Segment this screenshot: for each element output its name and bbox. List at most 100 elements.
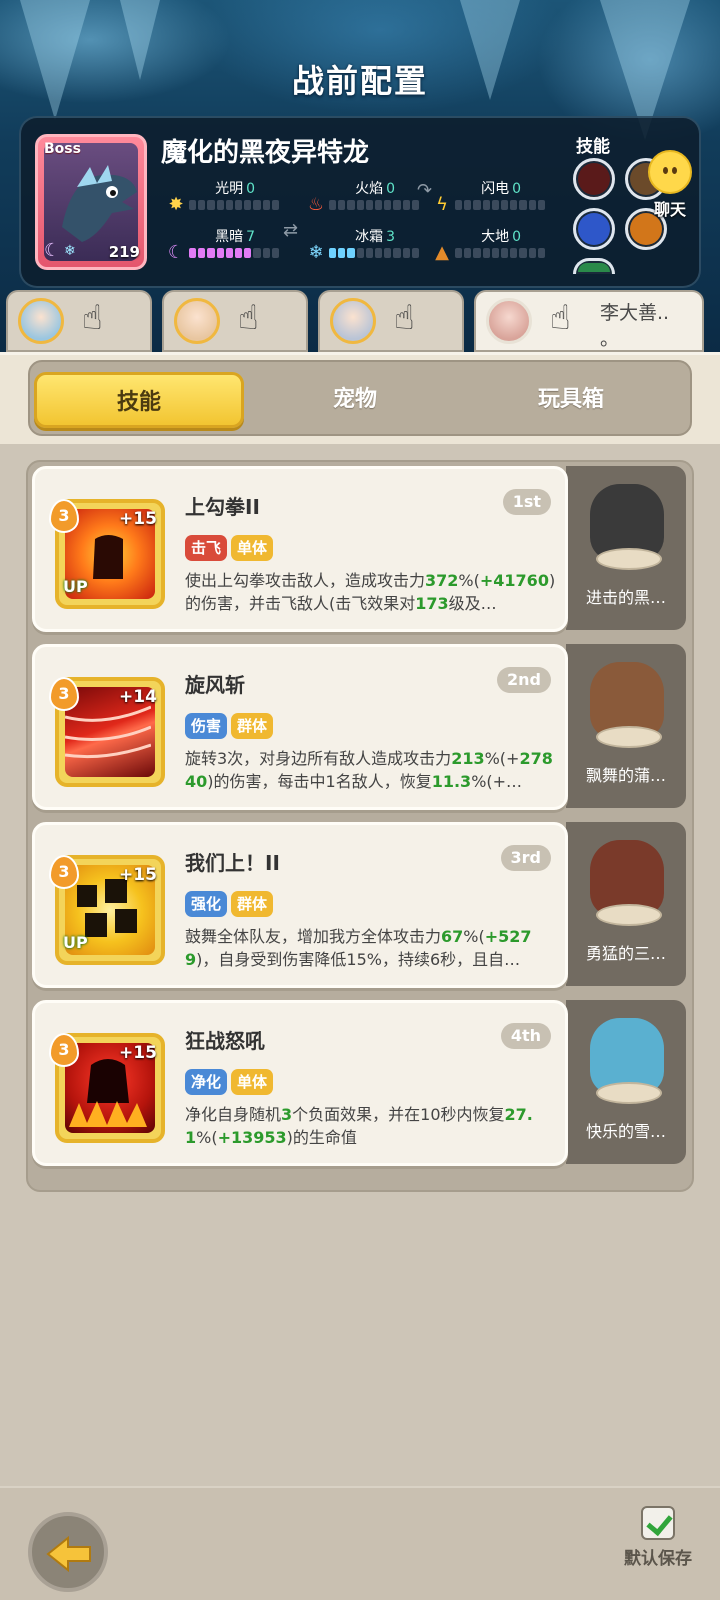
sun-icon: ✸ <box>168 194 184 215</box>
skill-row: 勇猛的三… 3 +15 UP 我们上！II 3rd 强化 群体 鼓舞全体队友，增… <box>32 822 686 988</box>
skill-card[interactable]: 3 +14 旋风斩 2nd 伤害 群体 旋转3次，对身边所有敌人造成攻击力213… <box>32 644 568 810</box>
skill-description: 净化自身随机3个负面效果，并在10秒内恢复27.1%(+13953)的生命值 <box>185 1105 533 1147</box>
skill-plus: +15 <box>119 509 157 529</box>
frost-bar <box>329 248 420 258</box>
tap-hand-icon: ☝ <box>394 298 415 338</box>
upgrade-badge: UP <box>63 577 88 596</box>
skill-level: 3 <box>49 499 79 533</box>
skill-tags: 击飞 单体 <box>185 535 274 561</box>
skill-name: 狂战怒吼 <box>185 1029 265 1053</box>
element-lightning: ϟ 闪电 0 <box>431 178 547 218</box>
skill-card[interactable]: 3 +15 狂战怒吼 4th 净化 单体 净化自身随机3个负面效果，并在10秒内… <box>32 1000 568 1166</box>
pet-name: 勇猛的三… <box>585 944 666 963</box>
back-button[interactable] <box>28 1512 108 1592</box>
skill-plus: +14 <box>119 687 157 707</box>
chat-button[interactable]: 聊天 <box>642 150 698 220</box>
pet-figure <box>590 840 664 926</box>
pet-name: 快乐的雪… <box>585 1122 666 1141</box>
boss-tag: Boss <box>44 141 81 157</box>
checkbox-checked-icon[interactable] <box>641 1506 675 1540</box>
skill-row: 进击的黑… 3 +15 UP 上勾拳II 1st 击飞 单体 使出上勾拳攻击敌人… <box>32 466 686 632</box>
skill-tags: 强化 群体 <box>185 891 274 917</box>
avatar <box>18 298 64 344</box>
boss-skill-lightning-icon[interactable] <box>573 208 615 250</box>
skill-level: 3 <box>49 677 79 711</box>
pet-slot[interactable]: 勇猛的三… <box>566 822 686 986</box>
element-fire: ♨ 火焰 0 <box>305 178 421 218</box>
skill-level: 3 <box>49 855 79 889</box>
tap-hand-icon: ☝ <box>82 298 103 338</box>
skill-row: 快乐的雪… 3 +15 狂战怒吼 4th 净化 单体 净化自身随机3个负面效果，… <box>32 1000 686 1166</box>
player-name-tail: 。 <box>600 328 620 350</box>
smiley-icon <box>648 150 692 194</box>
cycle-arrow-icon: ⇄ <box>283 220 299 241</box>
skill-tag: 单体 <box>231 535 274 561</box>
boss-skill-more-icon[interactable] <box>573 258 615 274</box>
skill-row: 飘舞的蒲… 3 +14 旋风斩 2nd 伤害 群体 旋转3次，对身边所有敌人造成… <box>32 644 686 810</box>
avatar <box>330 298 376 344</box>
skill-tag: 群体 <box>231 713 274 739</box>
tab-skills[interactable]: 技能 <box>34 372 244 428</box>
page-title: 战前配置 <box>291 62 428 100</box>
skill-name: 旋风斩 <box>185 673 245 697</box>
team-slot-3[interactable]: ☝ <box>318 290 464 352</box>
skill-rank: 4th <box>500 1023 551 1049</box>
tab-pets[interactable]: 宠物 <box>250 372 460 428</box>
avatar <box>486 298 532 344</box>
flame-icon: ♨ <box>307 194 325 215</box>
element-earth: ▲ 大地 0 <box>431 226 547 266</box>
skill-card[interactable]: 3 +15 UP 我们上！II 3rd 强化 群体 鼓舞全体队友，增加我方全体攻… <box>32 822 568 988</box>
player-name: 李大善.. <box>600 302 670 324</box>
pet-figure <box>590 484 664 570</box>
pet-figure <box>590 662 664 748</box>
skill-level: 3 <box>49 1033 79 1067</box>
moon-icon: ☾ <box>44 240 61 261</box>
skill-rank: 3rd <box>500 845 551 871</box>
skill-plus: +15 <box>119 865 157 885</box>
skill-description: 使出上勾拳攻击敌人，造成攻击力372%(+41760)的伤害，并击飞敌人(击飞效… <box>185 571 556 613</box>
pet-slot[interactable]: 进击的黑… <box>566 466 686 630</box>
boss-name: 魔化的黑夜异特龙 <box>161 138 370 168</box>
team-slot-4[interactable]: ☝ 李大善.. 。 <box>474 290 704 352</box>
skill-description: 鼓舞全体队友，增加我方全体攻击力67%(+5279)，自身受到伤害降低15%，持… <box>185 927 532 969</box>
team-slot-1[interactable]: ☝ <box>6 290 152 352</box>
pet-figure <box>590 1018 664 1104</box>
element-dark: ☾ 黑暗 7 <box>165 226 281 266</box>
skill-card[interactable]: 3 +15 UP 上勾拳II 1st 击飞 单体 使出上勾拳攻击敌人，造成攻击力… <box>32 466 568 632</box>
boss-portrait[interactable]: Boss ☾ ❄ 219 <box>35 134 147 270</box>
skill-tag: 强化 <box>185 891 228 917</box>
tab-toybox[interactable]: 玩具箱 <box>466 372 676 428</box>
pet-slot[interactable]: 快乐的雪… <box>566 1000 686 1164</box>
pet-name: 飘舞的蒲… <box>585 766 666 785</box>
default-save-toggle[interactable]: 默认保存 <box>616 1506 700 1569</box>
team-slot-2[interactable]: ☝ <box>162 290 308 352</box>
element-light: ✸ 光明 0 <box>165 178 281 218</box>
bottom-bar: 默认保存 <box>0 1486 720 1600</box>
pet-name: 进击的黑… <box>585 588 666 607</box>
skill-name: 上勾拳II <box>185 495 260 519</box>
skill-tag: 击飞 <box>185 535 228 561</box>
snowflake-icon: ❄ <box>308 242 324 263</box>
avatar <box>174 298 220 344</box>
tap-hand-icon: ☝ <box>550 298 571 338</box>
tab-bar: 技能 宠物 玩具箱 <box>28 360 692 436</box>
skill-tag: 净化 <box>185 1069 228 1095</box>
mountain-icon: ▲ <box>435 242 449 263</box>
dark-bar <box>189 248 280 258</box>
default-save-label: 默认保存 <box>624 1549 692 1569</box>
skill-name: 我们上！II <box>185 851 280 875</box>
pet-slot[interactable]: 飘舞的蒲… <box>566 644 686 808</box>
back-arrow-icon <box>46 1535 91 1573</box>
boss-level: 219 <box>108 243 140 261</box>
skill-tags: 伤害 群体 <box>185 713 274 739</box>
boss-skill-bite-icon[interactable] <box>573 158 615 200</box>
chat-label: 聊天 <box>653 200 686 219</box>
skill-tag: 单体 <box>231 1069 274 1095</box>
element-frost: ❄ 冰霜 3 <box>305 226 421 266</box>
skill-plus: +15 <box>119 1043 157 1063</box>
moon-icon: ☾ <box>167 242 185 263</box>
lightning-icon: ϟ <box>436 194 448 215</box>
skill-tags: 净化 单体 <box>185 1069 274 1095</box>
cycle-arrow-icon: ↷ <box>417 180 433 201</box>
skill-rank: 1st <box>502 489 551 515</box>
